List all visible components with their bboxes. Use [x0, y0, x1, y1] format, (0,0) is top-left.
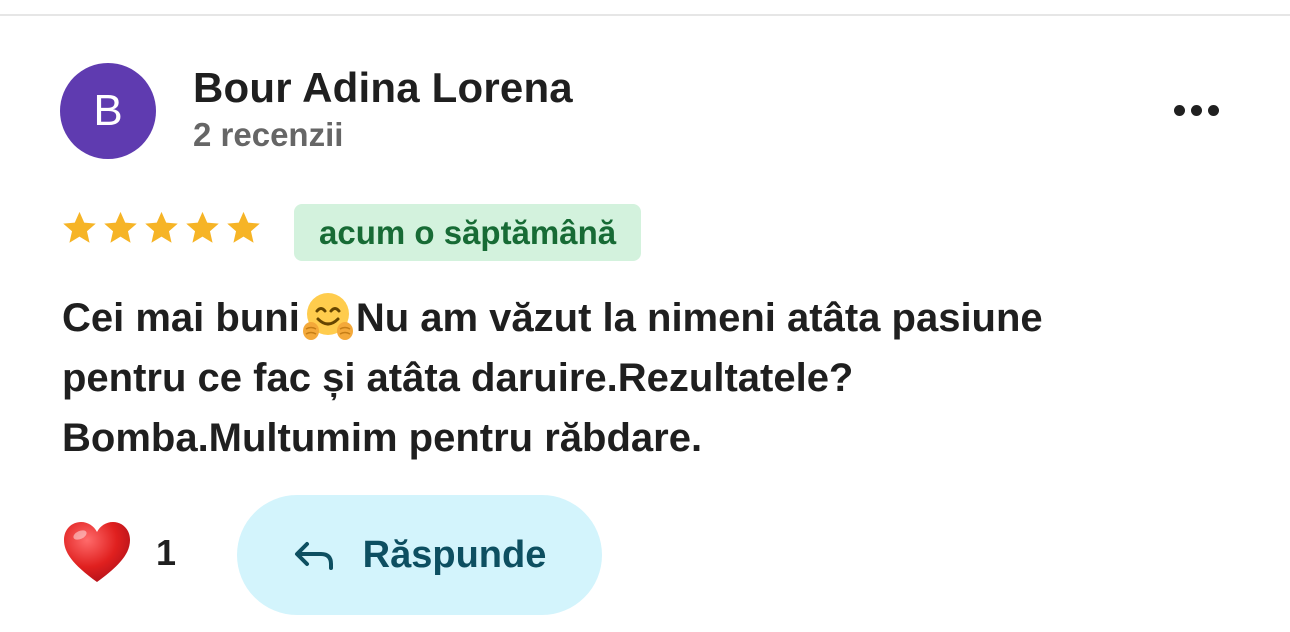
author-name[interactable]: Bour Adina Lorena [193, 64, 573, 112]
avatar-initial: B [93, 86, 123, 135]
star-icon [227, 211, 260, 243]
review-text-part-1: Cei mai buni [62, 296, 300, 340]
more-options-button[interactable] [1164, 90, 1228, 130]
reaction-count: 1 [156, 532, 177, 573]
more-horizontal-icon [1173, 104, 1185, 116]
more-horizontal-icon-dot [1207, 104, 1219, 116]
review-text: Cei mai buni Nu am văzut la nimeni atâta… [62, 288, 1172, 468]
author-review-count[interactable]: 2 recenzii [193, 116, 343, 154]
star-icon [104, 211, 137, 243]
top-divider [0, 14, 1290, 16]
like-reaction[interactable]: 1 [62, 520, 176, 586]
red-heart-icon [64, 522, 130, 582]
hugging-face-emoji-icon [302, 293, 353, 340]
star-icon [63, 211, 96, 243]
reply-arrow-icon [294, 542, 333, 570]
reply-button[interactable]: Răspunde [237, 495, 602, 615]
review-time-badge: acum o săptămână [294, 204, 642, 261]
star-rating [60, 209, 263, 248]
avatar[interactable]: B [60, 63, 156, 159]
star-icon [186, 211, 219, 243]
reply-button-label: Răspunde [362, 533, 547, 576]
more-horizontal-icon-dot [1190, 104, 1202, 116]
star-icon [145, 211, 178, 243]
